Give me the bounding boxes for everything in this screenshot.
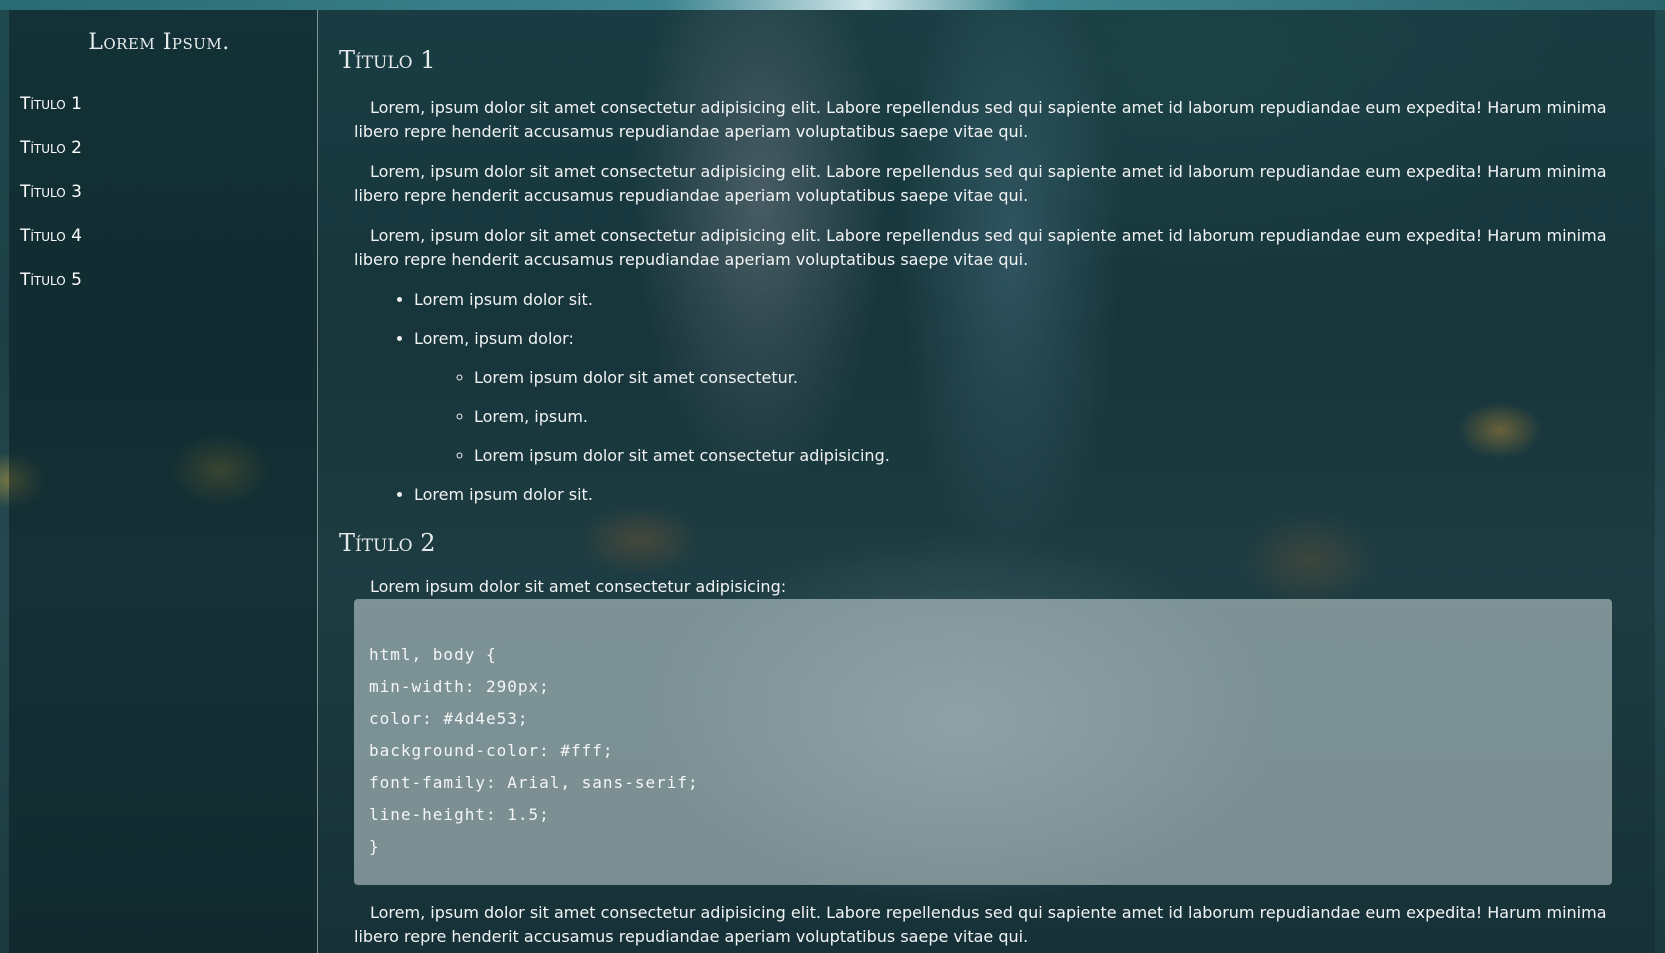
paragraph: Lorem, ipsum dolor sit amet consectetur … (354, 903, 1607, 946)
bullet-list: Lorem ipsum dolor sit. Lorem, ipsum dolo… (354, 288, 1611, 507)
paragraph: Lorem, ipsum dolor sit amet consectetur … (354, 162, 1607, 205)
nested-list-item: Lorem, ipsum. (474, 405, 1611, 429)
section-title: Título 2 (339, 529, 436, 557)
code-line: background-color: #fff; (369, 741, 614, 760)
code-line: color: #4d4e53; (369, 709, 529, 728)
sidebar-item-titulo-1[interactable]: Título 1 (20, 94, 82, 138)
section-titulo-2: Título 2 Lorem ipsum dolor sit amet cons… (339, 529, 1612, 949)
section-titulo-1: Título 1 Lorem, ipsum dolor sit amet con… (339, 46, 1611, 507)
code-line: min-width: 290px; (369, 677, 550, 696)
sidebar-item-titulo-4[interactable]: Título 4 (20, 226, 82, 270)
code-line: html, body { (369, 645, 497, 664)
main-content: Título 1 Lorem, ipsum dolor sit amet con… (339, 46, 1612, 953)
sidebar-item-titulo-2[interactable]: Título 2 (20, 138, 82, 182)
sidebar-nav: Título 1 Título 2 Título 3 Título 4 Títu… (20, 94, 82, 314)
code-line: } (369, 837, 380, 856)
nested-list-item: Lorem ipsum dolor sit amet consectetur. (474, 366, 1611, 390)
sidebar-item-titulo-3[interactable]: Título 3 (20, 182, 82, 226)
nested-list-item: Lorem ipsum dolor sit amet consectetur a… (474, 444, 1611, 468)
code-line: font-family: Arial, sans-serif; (369, 773, 699, 792)
code-line: line-height: 1.5; (369, 805, 550, 824)
nested-list: Lorem ipsum dolor sit amet consectetur. … (414, 366, 1611, 468)
code-block: html, body { min-width: 290px; color: #4… (354, 599, 1612, 885)
background-top-strip (0, 0, 1665, 10)
list-item-label: Lorem, ipsum dolor: (414, 329, 574, 348)
paragraph: Lorem ipsum dolor sit amet consectetur a… (370, 577, 787, 596)
list-item: Lorem, ipsum dolor: Lorem ipsum dolor si… (414, 327, 1611, 468)
list-item: Lorem ipsum dolor sit. (414, 483, 1611, 507)
paragraph: Lorem, ipsum dolor sit amet consectetur … (354, 226, 1607, 269)
sidebar-item-titulo-5[interactable]: Título 5 (20, 270, 82, 314)
section-title: Título 1 (339, 46, 436, 74)
list-item: Lorem ipsum dolor sit. (414, 288, 1611, 312)
sidebar: Lorem Ipsum. Título 1 Título 2 Título 3 … (9, 10, 318, 953)
site-brand: Lorem Ipsum. (88, 30, 230, 55)
paragraph: Lorem, ipsum dolor sit amet consectetur … (354, 98, 1607, 141)
